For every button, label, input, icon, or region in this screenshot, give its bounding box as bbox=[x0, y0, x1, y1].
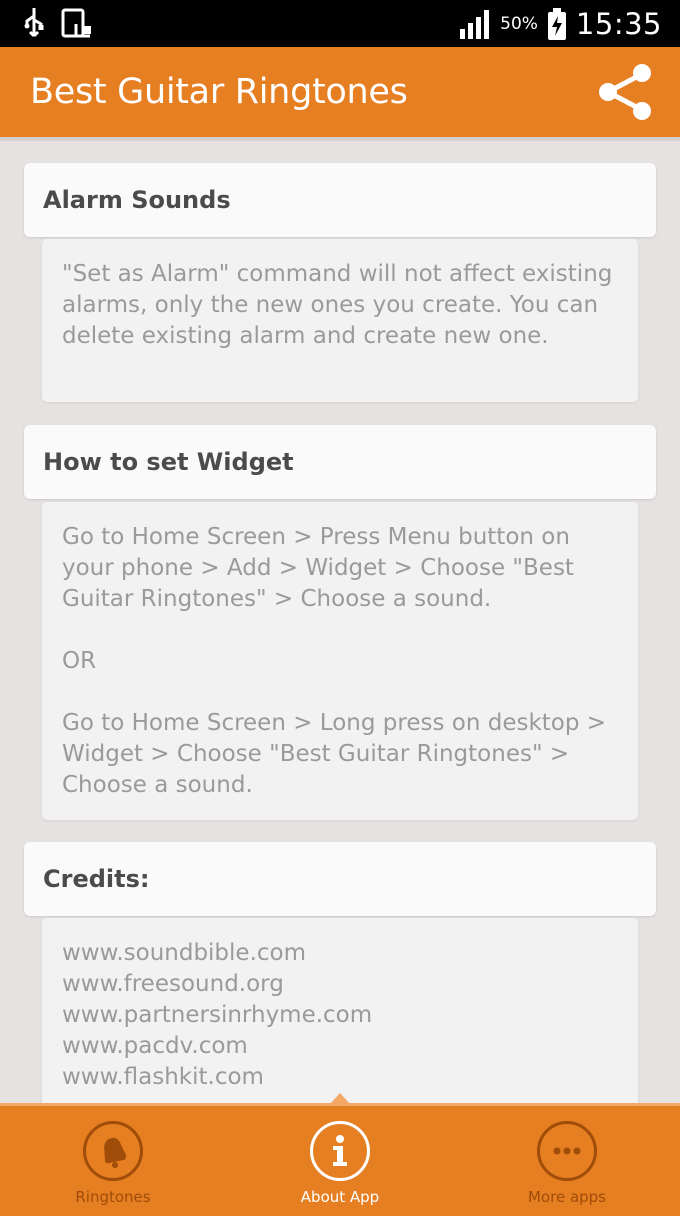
sd-card-icon bbox=[61, 8, 91, 38]
credits-title: Credits: bbox=[43, 865, 150, 893]
app-bar-divider bbox=[0, 137, 680, 141]
alarm-sounds-header: Alarm Sounds bbox=[24, 163, 656, 237]
widget-text-2: Go to Home Screen > Long press on deskto… bbox=[62, 710, 607, 798]
credits-body: www.soundbible.com www.freesound.org www… bbox=[42, 918, 638, 1118]
tab-about-app[interactable]: About App bbox=[227, 1106, 453, 1216]
battery-charging-icon bbox=[547, 7, 566, 40]
alarm-sounds-body: "Set as Alarm" command will not affect e… bbox=[42, 239, 638, 402]
credit-link[interactable]: www.flashkit.com bbox=[62, 1062, 618, 1093]
share-icon bbox=[599, 64, 651, 120]
status-bar: 50% 15:35 bbox=[0, 0, 680, 47]
usb-icon bbox=[24, 8, 44, 38]
credit-link[interactable]: www.freesound.org bbox=[62, 969, 618, 1000]
widget-title: How to set Widget bbox=[43, 448, 294, 476]
widget-body: Go to Home Screen > Press Menu button on… bbox=[42, 502, 638, 820]
signal-icon bbox=[460, 9, 490, 39]
tab-more-apps-label: More apps bbox=[527, 1188, 606, 1206]
app-bar: Best Guitar Ringtones bbox=[0, 47, 680, 137]
widget-text-or: OR bbox=[62, 648, 97, 674]
alarm-sounds-text: "Set as Alarm" command will not affect e… bbox=[62, 261, 613, 349]
credit-link[interactable]: www.pacdv.com bbox=[62, 1031, 618, 1062]
battery-percent: 50% bbox=[500, 13, 538, 34]
share-button[interactable] bbox=[594, 60, 658, 124]
clock: 15:35 bbox=[575, 6, 662, 41]
credits-header: Credits: bbox=[24, 842, 656, 916]
widget-text-1: Go to Home Screen > Press Menu button on… bbox=[62, 524, 574, 612]
info-icon bbox=[310, 1121, 370, 1181]
widget-header: How to set Widget bbox=[24, 425, 656, 499]
tab-ringtones[interactable]: Ringtones bbox=[0, 1106, 226, 1216]
bell-icon bbox=[83, 1121, 143, 1181]
more-icon bbox=[537, 1121, 597, 1181]
credit-link[interactable]: www.soundbible.com bbox=[62, 938, 618, 969]
bottom-nav: Ringtones About App More apps bbox=[0, 1103, 680, 1216]
tab-about-app-label: About App bbox=[300, 1188, 380, 1206]
alarm-sounds-title: Alarm Sounds bbox=[43, 186, 231, 214]
app-title: Best Guitar Ringtones bbox=[30, 72, 408, 112]
tab-more-apps[interactable]: More apps bbox=[454, 1106, 680, 1216]
tab-ringtones-label: Ringtones bbox=[75, 1188, 151, 1206]
credit-link[interactable]: www.partnersinrhyme.com bbox=[62, 1000, 618, 1031]
